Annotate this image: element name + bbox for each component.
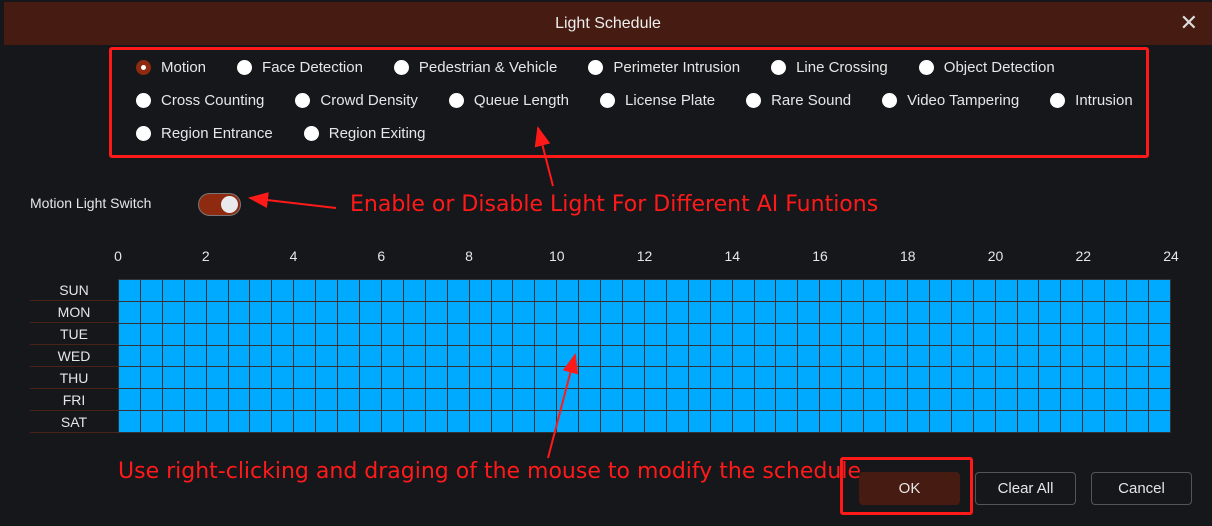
arrow-to-switch bbox=[248, 192, 337, 209]
arrow-to-grid bbox=[547, 353, 579, 459]
annotation-arrows bbox=[248, 126, 579, 459]
arrow-to-ai-functions bbox=[534, 126, 554, 187]
